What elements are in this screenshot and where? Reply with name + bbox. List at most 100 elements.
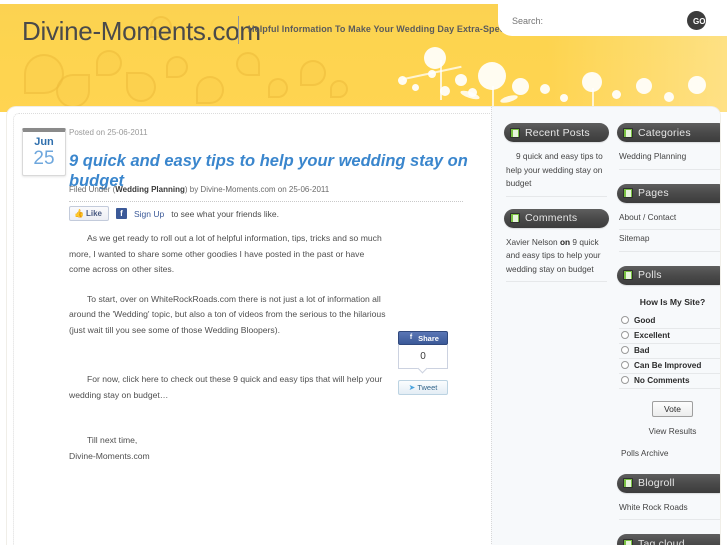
- post-paragraph: As we get ready to roll out a lot of hel…: [69, 233, 382, 274]
- search-bar: GO: [498, 4, 727, 36]
- decorative-flower-icon: [268, 78, 288, 98]
- decorative-flower-icon: [330, 80, 348, 98]
- vote-button[interactable]: Vote: [651, 400, 694, 417]
- decorative-flower-icon: [196, 76, 224, 104]
- comment-item[interactable]: Xavier Nelson on 9 quick and easy tips t…: [506, 234, 607, 282]
- facebook-like-bar: 👍 Like f Sign Up to see what your friend…: [69, 206, 279, 221]
- widget-header: Comments: [504, 208, 609, 228]
- widget-title: Pages: [638, 187, 669, 199]
- site-tagline: Helpful Information To Make Your Wedding…: [248, 24, 516, 34]
- poll-option-can-be-improved[interactable]: Can Be Improved: [619, 359, 720, 374]
- content-panel: Jun 25 Posted on 25-06-2011 9 quick and …: [6, 106, 721, 545]
- list-item[interactable]: Wedding Planning: [619, 148, 720, 170]
- radio-icon[interactable]: [621, 361, 629, 369]
- poll-option-label: Excellent: [634, 330, 670, 340]
- decorative-daisy-icon: [512, 78, 529, 95]
- vote-button-wrap: Vote: [619, 399, 720, 417]
- facebook-like-label: Like: [85, 209, 102, 218]
- post-date-badge: Jun 25: [22, 128, 66, 176]
- list-item[interactable]: White Rock Roads: [619, 499, 720, 520]
- radio-icon[interactable]: [621, 346, 629, 354]
- poll-option-label: No Comments: [634, 375, 690, 385]
- list-item[interactable]: 9 quick and easy tips to help your weddi…: [506, 148, 607, 197]
- facebook-friends-text: to see what your friends like.: [171, 208, 279, 219]
- list-item[interactable]: About / Contact: [619, 209, 720, 230]
- search-input[interactable]: [510, 12, 680, 30]
- post-signoff-line1: Till next time,: [87, 435, 138, 445]
- facebook-share-count: 0: [398, 345, 448, 374]
- filed-category-link[interactable]: Wedding Planning: [115, 185, 185, 194]
- facebook-like-button[interactable]: 👍 Like: [69, 206, 109, 221]
- search-go-button[interactable]: GO: [687, 11, 706, 30]
- share-count-value: 0: [420, 351, 426, 362]
- widget-body: 9 quick and easy tips to help your weddi…: [504, 142, 609, 197]
- poll-option-good[interactable]: Good: [619, 314, 720, 329]
- post-signoff-line2: Divine-Moments.com: [69, 450, 150, 461]
- widget-bullet-icon: [623, 188, 633, 198]
- filed-suffix: ) by Divine-Moments.com on 25-06-2011: [184, 185, 330, 194]
- title-divider: [238, 16, 239, 44]
- widget-header: Tag cloud: [617, 534, 720, 545]
- widget-bullet-icon: [510, 213, 520, 223]
- facebook-logo-icon: f: [115, 208, 127, 219]
- widget-title: Tag cloud: [638, 537, 685, 545]
- widget-polls: Polls How Is My Site? Good Excellent Bad: [617, 265, 720, 458]
- facebook-share-label: Share: [418, 333, 439, 343]
- radio-icon[interactable]: [621, 316, 629, 324]
- decorative-flower-icon: [126, 72, 156, 102]
- thumbs-up-icon: 👍: [74, 209, 84, 218]
- widget-recent-posts: Recent Posts 9 quick and easy tips to he…: [504, 123, 609, 197]
- comment-author: Xavier Nelson: [506, 236, 558, 247]
- post-date-day: 25: [33, 148, 55, 169]
- facebook-logo-icon: f: [409, 334, 413, 341]
- widget-body: About / Contact Sitemap: [617, 203, 720, 252]
- filed-prefix: Filed Under (: [69, 185, 116, 194]
- widget-body: White Rock Roads: [617, 493, 720, 520]
- polls-archive-link[interactable]: Polls Archive: [619, 448, 720, 458]
- decorative-flower-icon: [96, 50, 122, 76]
- decorative-flower-icon: [236, 52, 260, 76]
- poll-option-bad[interactable]: Bad: [619, 344, 720, 359]
- facebook-share-button[interactable]: f Share: [398, 331, 448, 345]
- widget-blogroll: Blogroll White Rock Roads: [617, 473, 720, 520]
- widget-bullet-icon: [623, 270, 633, 280]
- comment-connector: on: [559, 236, 571, 247]
- separator-top: [69, 201, 463, 202]
- poll-option-no-comments[interactable]: No Comments: [619, 374, 720, 389]
- post-date-month: Jun: [34, 136, 54, 148]
- decorative-leaf-icon: [499, 93, 519, 105]
- widget-categories: Categories Wedding Planning: [617, 123, 720, 170]
- page-root: Divine-Moments.com Helpful Information T…: [0, 0, 727, 545]
- tweet-button[interactable]: ➤ Tweet: [398, 380, 448, 395]
- radio-icon[interactable]: [621, 376, 629, 384]
- widget-tag-cloud: Tag cloud Wedding Planning terms of serv…: [617, 534, 720, 545]
- widget-header: Categories: [617, 123, 720, 142]
- widget-title: Comments: [525, 212, 578, 224]
- post-body: As we get ready to roll out a lot of hel…: [69, 231, 387, 478]
- sidebar-column-left: Recent Posts 9 quick and easy tips to he…: [504, 123, 609, 291]
- decorative-flower-icon: [428, 70, 436, 78]
- widget-bullet-icon: [623, 478, 633, 488]
- site-title[interactable]: Divine-Moments.com: [22, 16, 261, 47]
- widget-title: Blogroll: [638, 477, 675, 489]
- post-paragraph: To start, over on WhiteRockRoads.com the…: [69, 293, 386, 335]
- social-share-column: f Share 0 ➤ Tweet: [398, 331, 448, 395]
- widget-body: How Is My Site? Good Excellent Bad Can B…: [617, 285, 720, 458]
- widget-header: Recent Posts: [504, 123, 609, 142]
- widget-header: Pages: [617, 183, 720, 203]
- decorative-flower-icon: [398, 76, 407, 85]
- facebook-signup-link[interactable]: Sign Up: [134, 209, 164, 219]
- widget-title: Recent Posts: [525, 126, 590, 139]
- view-results-link[interactable]: View Results: [619, 426, 720, 436]
- decorative-flower-icon: [412, 84, 419, 91]
- count-notch: [417, 363, 428, 374]
- poll-option-excellent[interactable]: Excellent: [619, 329, 720, 344]
- poll-option-label: Good: [634, 315, 656, 325]
- decorative-flower-icon: [455, 74, 467, 86]
- list-item[interactable]: Sitemap: [619, 230, 720, 252]
- decorative-flower-icon: [166, 56, 188, 78]
- post-paragraph: For now, click here to check out these 9…: [69, 374, 383, 400]
- radio-icon[interactable]: [621, 331, 629, 339]
- article: Jun 25 Posted on 25-06-2011 9 quick and …: [7, 107, 491, 545]
- post-posted-on: Posted on 25-06-2011: [69, 128, 148, 137]
